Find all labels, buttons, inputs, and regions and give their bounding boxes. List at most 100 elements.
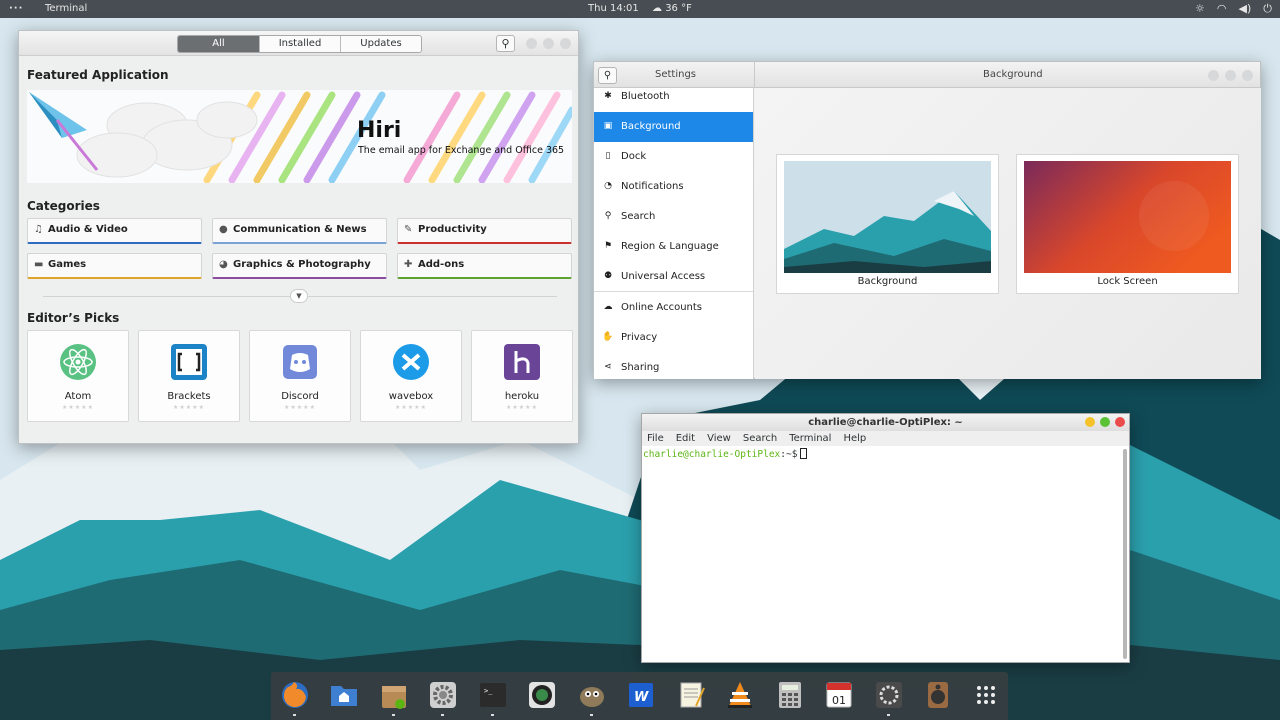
settings-sidebar: ✱ Bluetooth ▣ Background ▯ Dock ◔ Notificati… [594,88,754,379]
sidebar-item-dock[interactable]: ▯ Dock [594,142,753,172]
wifi-icon[interactable]: ◠ [1217,2,1227,16]
category-productivity[interactable]: ✎ Productivity [397,218,572,244]
edit-icon: ✎ [404,224,413,235]
word-processor-icon[interactable]: W [626,680,656,710]
category-communication-news[interactable]: ● Communication & News [212,218,387,244]
calendar-day: 01 [832,694,846,707]
thumbnail-label: Lock Screen [1097,276,1158,287]
window-controls [1208,70,1253,81]
cloud-icon: ☁ [652,3,662,14]
sidebar-item-privacy[interactable]: ✋ Privacy [594,323,753,353]
palette-icon: ◕ [219,259,228,270]
menu-view[interactable]: View [707,431,731,446]
menu-file[interactable]: File [647,431,664,446]
minimize-button[interactable] [1085,417,1095,427]
prompt-user-host: charlie@charlie-OptiPlex [643,449,781,460]
lock-screen-thumbnail[interactable]: Lock Screen [1016,154,1239,294]
system-monitor-icon[interactable] [874,680,904,716]
maximize-button[interactable] [1100,417,1110,427]
category-games[interactable]: ▬ Games [27,253,202,279]
pick-card-atom[interactable]: Atom ★★★★★ [27,330,129,422]
wavebox-app-icon [393,344,429,380]
software-center-icon[interactable] [379,680,409,716]
menu-search[interactable]: Search [743,431,777,446]
maximize-button[interactable] [543,38,554,49]
puzzle-icon: ✚ [404,259,413,270]
featured-banner[interactable]: Hiri The email app for Exchange and Offi… [27,90,572,183]
menu-edit[interactable]: Edit [676,431,695,446]
power-icon[interactable]: ⏻ [1263,2,1272,16]
terminal-titlebar[interactable]: charlie@charlie-OptiPlex: ~ [642,414,1129,431]
search-icon: ⚲ [501,37,510,50]
volume-icon[interactable]: ◀) [1239,2,1252,16]
speaker-icon[interactable] [923,680,953,710]
category-audio-video[interactable]: ♫ Audio & Video [27,218,202,244]
sidebar-item-bluetooth[interactable]: ✱ Bluetooth [594,88,753,112]
menu-help[interactable]: Help [843,431,866,446]
calendar-icon[interactable]: 01 [824,680,854,710]
pick-card-discord[interactable]: Discord ★★★★★ [249,330,351,422]
tab-updates[interactable]: Updates [340,36,421,52]
terminal-scrollbar[interactable] [1123,449,1127,659]
chevron-down-icon: ▼ [296,292,302,300]
window-controls [526,38,571,49]
pick-card-wavebox[interactable]: wavebox ★★★★★ [360,330,462,422]
menu-terminal[interactable]: Terminal [789,431,831,446]
rating-stars: ★★★★★ [62,404,94,411]
firefox-icon[interactable] [280,680,310,716]
calculator-icon[interactable] [775,680,805,710]
display-icon: ▣ [603,121,613,131]
terminal-title: charlie@charlie-OptiPlex: ~ [808,417,963,428]
settings-window: ⚲ Settings Background ✱ Bluetooth ▣ Backgr… [593,61,1261,379]
app-grid-icon[interactable] [971,680,1001,710]
weather-indicator[interactable]: ☁ 36 °F [652,3,692,14]
background-thumbnail[interactable]: Background [776,154,999,294]
terminal-output[interactable]: charlie@charlie-OptiPlex:~$ [642,447,1129,662]
gimp-icon[interactable] [577,680,607,716]
terminal-icon[interactable]: >_ [478,680,508,716]
hand-icon: ✋ [602,332,614,342]
vlc-icon[interactable] [725,680,755,710]
activities-menu[interactable]: ··· [9,3,23,14]
bluetooth-icon: ✱ [604,91,612,101]
settings-gear-icon[interactable] [428,680,458,716]
text-editor-icon[interactable] [676,680,706,710]
pick-card-brackets[interactable]: Brackets ★★★★★ [138,330,240,422]
minimize-button[interactable] [526,38,537,49]
svg-text:W: W [634,690,649,705]
search-button[interactable]: ⚲ [496,35,515,52]
system-tray: ☼ ◠ ◀) ⏻ [1195,2,1272,16]
flag-icon: ⚑ [603,241,613,251]
category-add-ons[interactable]: ✚ Add-ons [397,253,572,279]
expand-categories-button[interactable]: ▼ [290,289,308,303]
panel-title: Background [983,69,1043,80]
active-app-menu[interactable]: Terminal [45,3,87,14]
sidebar-item-universal-access[interactable]: ⚉ Universal Access [594,262,753,292]
bell-icon: ◔ [604,181,612,191]
category-graphics-photography[interactable]: ◕ Graphics & Photography [212,253,387,279]
close-button[interactable] [1242,70,1253,81]
sidebar-item-online-accounts[interactable]: ☁ Online Accounts [594,293,753,323]
top-panel: ··· Terminal Thu 14:01 ☁ 36 °F ☼ ◠ ◀) ⏻ [0,0,1280,18]
search-icon: ⚲ [604,211,612,221]
clock[interactable]: Thu 14:01 [588,3,639,14]
pick-card-heroku[interactable]: heroku ★★★★★ [471,330,573,422]
files-icon[interactable] [329,680,359,710]
categories-heading: Categories [27,199,100,213]
camera-app-icon[interactable] [527,680,557,710]
maximize-button[interactable] [1225,70,1236,81]
sidebar-item-notifications[interactable]: ◔ Notifications [594,172,753,202]
settings-search-button[interactable]: ⚲ [598,67,617,84]
atom-app-icon [60,344,96,380]
sidebar-item-region-language[interactable]: ⚑ Region & Language [594,232,753,262]
pick-name: Discord [281,391,319,402]
close-button[interactable] [560,38,571,49]
sidebar-item-sharing[interactable]: ⋖ Sharing [594,353,753,379]
minimize-button[interactable] [1208,70,1219,81]
sidebar-item-background[interactable]: ▣ Background [594,112,753,142]
sidebar-item-search[interactable]: ⚲ Search [594,202,753,232]
tab-all[interactable]: All [178,36,259,52]
close-button[interactable] [1115,417,1125,427]
tab-installed[interactable]: Installed [259,36,340,52]
brightness-icon[interactable]: ☼ [1195,2,1205,16]
